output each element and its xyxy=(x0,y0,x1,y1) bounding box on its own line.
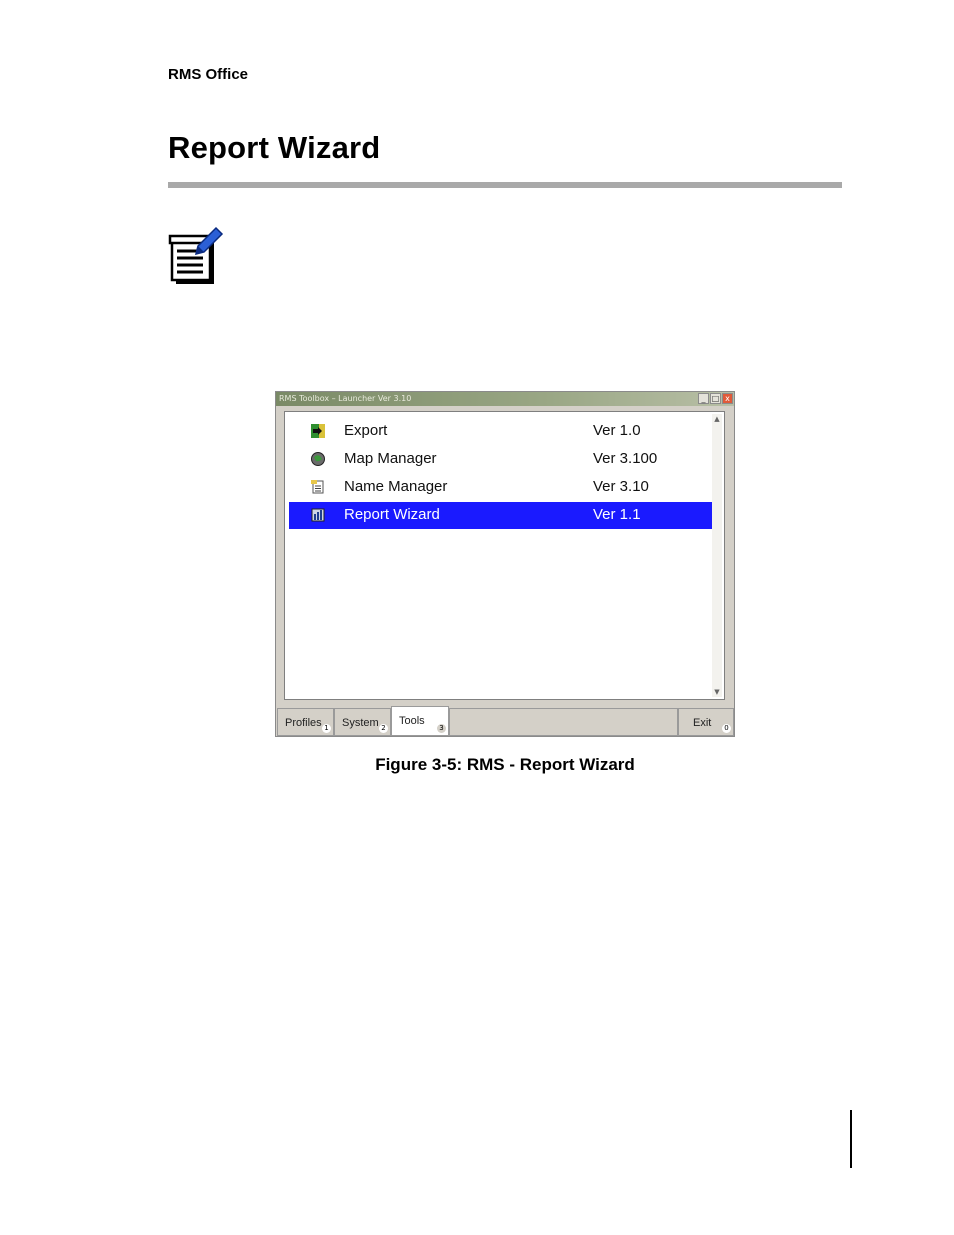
scroll-down-icon[interactable]: ▼ xyxy=(712,687,722,697)
list-item-name: Report Wizard xyxy=(344,506,440,523)
running-head: RMS Office xyxy=(168,66,249,83)
tab-label: System xyxy=(342,717,379,729)
tab-label: Tools xyxy=(399,715,425,727)
tab-bar-spacer xyxy=(449,708,678,736)
window-title: RMS Toolbox – Launcher Ver 3.10 xyxy=(279,394,412,403)
list-item-report-wizard[interactable]: Report Wizard Ver 1.1 xyxy=(289,502,712,529)
list-item-version: Ver 3.100 xyxy=(593,450,658,467)
tab-label: Profiles xyxy=(285,717,322,729)
map-manager-icon xyxy=(311,452,325,466)
tab-tools[interactable]: Tools 3 xyxy=(391,706,449,736)
list-item-map-manager[interactable]: Map Manager Ver 3.100 xyxy=(289,446,712,473)
tab-shortcut-number: 3 xyxy=(437,724,446,733)
list-item-name: Export xyxy=(344,422,388,439)
vertical-scrollbar[interactable]: ▲ ▼ xyxy=(712,414,722,697)
page-title: Report Wizard xyxy=(168,130,381,165)
window-titlebar[interactable]: RMS Toolbox – Launcher Ver 3.10 _ □ x xyxy=(276,392,734,406)
name-manager-icon xyxy=(311,480,324,494)
figure-caption: Figure 3-5: RMS - Report Wizard xyxy=(375,755,635,774)
exit-label: Exit xyxy=(693,717,712,729)
page-edge-bar xyxy=(850,1110,852,1168)
tab-system[interactable]: System 2 xyxy=(334,708,391,736)
list-item-export[interactable]: Export Ver 1.0 xyxy=(289,418,712,445)
report-wizard-icon xyxy=(311,508,325,522)
note-pad-pencil-icon xyxy=(168,226,224,284)
scroll-up-icon[interactable]: ▲ xyxy=(712,414,722,424)
tab-profiles[interactable]: Profiles 1 xyxy=(277,708,334,736)
rms-launcher-window: RMS Toolbox – Launcher Ver 3.10 _ □ x Ex… xyxy=(275,391,735,737)
exit-button[interactable]: Exit 0 xyxy=(678,708,734,736)
title-rule xyxy=(168,182,842,188)
list-item-name: Name Manager xyxy=(344,478,448,495)
list-item-version: Ver 1.0 xyxy=(593,422,641,439)
minimize-button[interactable]: _ xyxy=(698,393,709,404)
close-button[interactable]: x xyxy=(722,393,733,404)
list-item-name: Map Manager xyxy=(344,450,437,467)
maximize-button[interactable]: □ xyxy=(710,393,721,404)
export-icon xyxy=(311,424,325,438)
tab-bar: Profiles 1 System 2 Tools 3 Exit 0 xyxy=(276,706,734,736)
tab-shortcut-number: 0 xyxy=(722,724,731,733)
list-item-name-manager[interactable]: Name Manager Ver 3.10 xyxy=(289,474,712,501)
tab-shortcut-number: 2 xyxy=(379,724,388,733)
list-item-version: Ver 3.10 xyxy=(593,478,649,495)
tool-list: Export Ver 1.0 Map Manager Ver 3.100 Nam… xyxy=(284,411,725,700)
tab-shortcut-number: 1 xyxy=(322,724,331,733)
list-item-version: Ver 1.1 xyxy=(593,506,641,523)
